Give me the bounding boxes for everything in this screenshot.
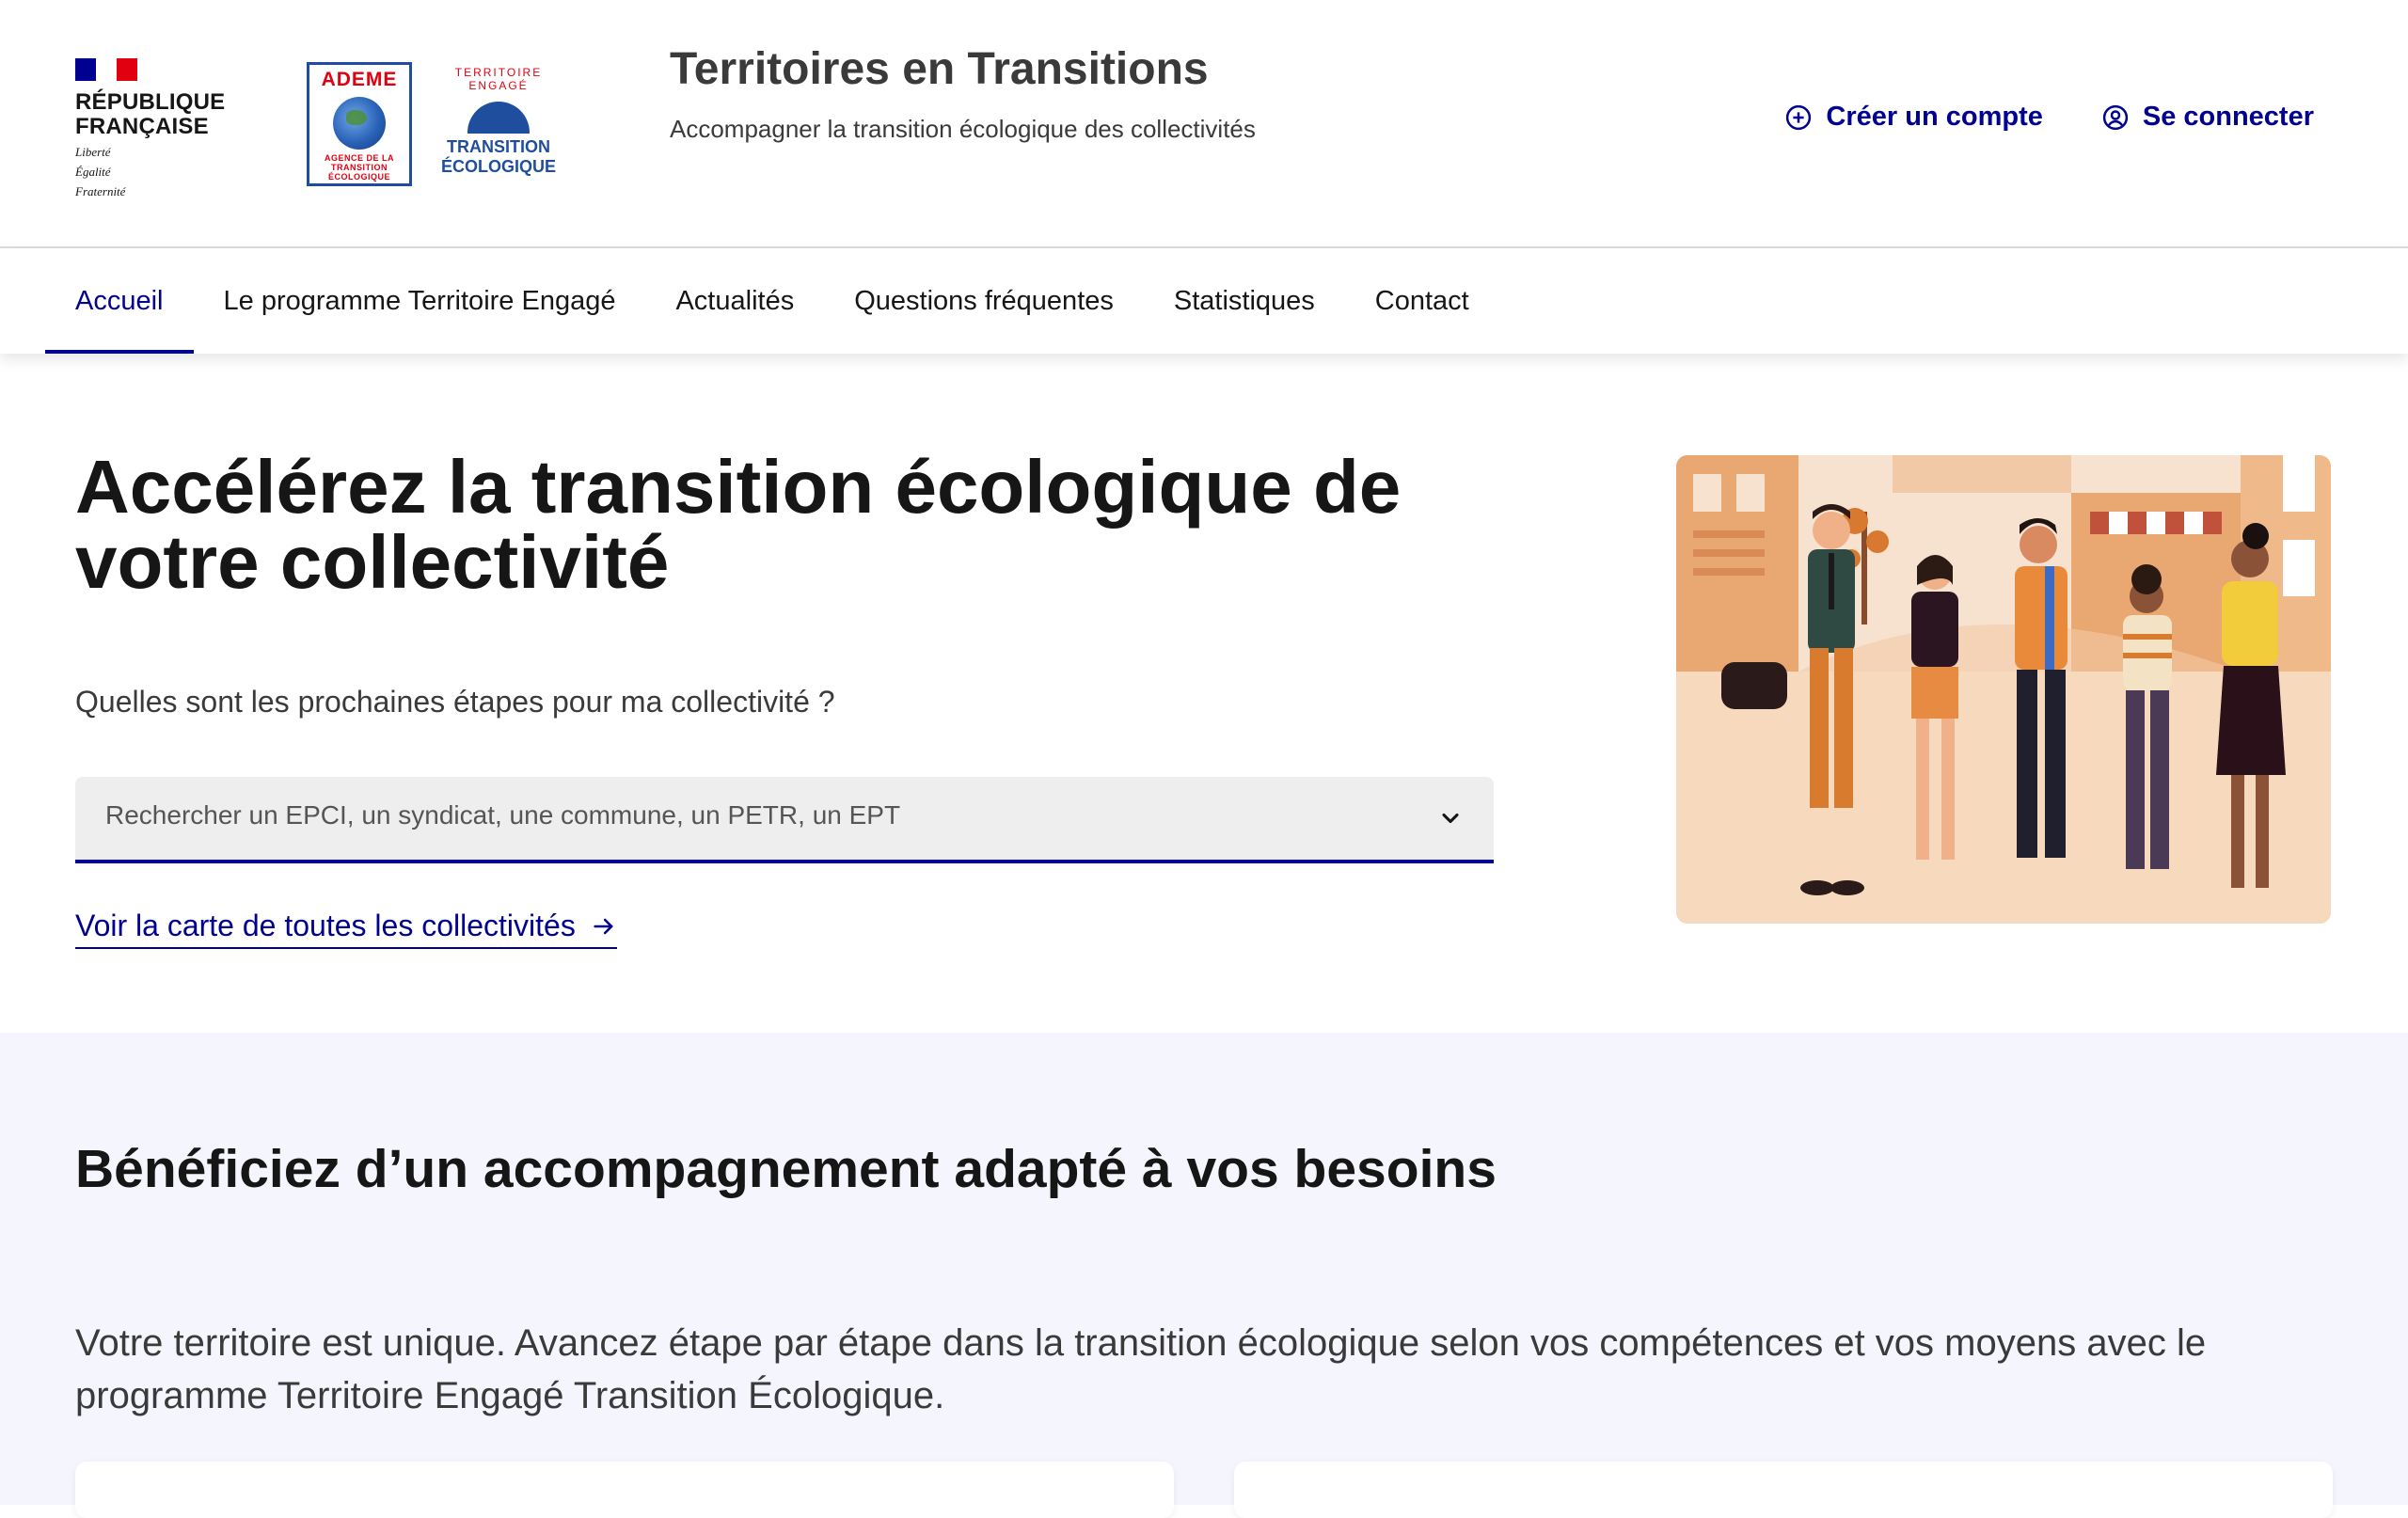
- ademe-sub-line3: ÉCOLOGIQUE: [327, 172, 390, 182]
- site-title[interactable]: Territoires en Transitions: [670, 43, 1209, 95]
- section-text: Votre territoire est unique. Avancez éta…: [75, 1322, 2207, 1416]
- ademe-logo[interactable]: ADEME AGENCE DE LA TRANSITION ÉCOLOGIQUE: [307, 62, 412, 186]
- info-card[interactable]: [75, 1462, 1174, 1518]
- republique-francaise-logo[interactable]: RÉPUBLIQUE FRANÇAISE Liberté Égalité Fra…: [75, 58, 226, 198]
- create-account-label: Créer un compte: [1826, 102, 2043, 132]
- nav-item-statistiques[interactable]: Statistiques: [1144, 248, 1345, 354]
- hero-section: Accélérez la transition écologique de vo…: [0, 354, 2408, 1033]
- nav-item-programme[interactable]: Le programme Territoire Engagé: [194, 248, 646, 354]
- half-globe-icon: [467, 102, 530, 134]
- people-group-illustration: [1676, 455, 2331, 924]
- collectivite-search-select[interactable]: Rechercher un EPCI, un syndicat, une com…: [75, 777, 1494, 863]
- nav-item-actualites[interactable]: Actualités: [645, 248, 824, 354]
- accompaniment-section: Bénéficiez d’un accompagnement adapté à …: [0, 1033, 2408, 1518]
- hero-illustration: [1676, 455, 2331, 924]
- motto-fraternite: Fraternité: [75, 184, 126, 198]
- ademe-sub-line2: TRANSITION: [331, 163, 388, 172]
- add-circle-icon: [1786, 104, 1812, 130]
- globe-icon: [333, 97, 386, 150]
- search-placeholder: Rechercher un EPCI, un syndicat, une com…: [105, 800, 901, 830]
- site-tagline: Accompagner la transition écologique des…: [670, 115, 1256, 143]
- nav-item-faq[interactable]: Questions fréquentes: [824, 248, 1144, 354]
- ademe-word: ADEME: [321, 69, 398, 90]
- te-line1: TRANSITION: [447, 137, 550, 156]
- motto-liberte: Liberté: [75, 145, 111, 159]
- republique-line1: RÉPUBLIQUE: [75, 89, 226, 115]
- nav-item-contact[interactable]: Contact: [1345, 248, 1499, 354]
- create-account-button[interactable]: Créer un compte: [1784, 102, 2043, 133]
- site-header: RÉPUBLIQUE FRANÇAISE Liberté Égalité Fra…: [0, 0, 2408, 248]
- hero-question: Quelles sont les prochaines étapes pour …: [75, 685, 835, 719]
- section-title: Bénéficiez d’un accompagnement adapté à …: [75, 1139, 1497, 1199]
- ademe-sub-line1: AGENCE DE LA: [324, 153, 394, 163]
- login-label: Se connecter: [2142, 102, 2314, 132]
- te-arc-text: TERRITOIRE ENGAGÉ: [454, 66, 543, 92]
- hero-title: Accélérez la transition écologique de vo…: [75, 445, 1402, 604]
- info-card[interactable]: [1234, 1462, 2333, 1518]
- arrow-right-icon: [594, 918, 613, 934]
- header-actions: Créer un compte Se connecter: [1784, 102, 2314, 133]
- nav-item-accueil[interactable]: Accueil: [45, 248, 194, 354]
- main-navigation: Accueil Le programme Territoire Engagé A…: [0, 248, 2408, 354]
- republique-line2: FRANÇAISE: [75, 114, 209, 139]
- territoire-engage-logo[interactable]: TERRITOIRE ENGAGÉ TRANSITION ÉCOLOGIQUE: [435, 66, 562, 186]
- te-line2: ÉCOLOGIQUE: [440, 157, 556, 176]
- chevron-down-icon: [1442, 813, 1459, 824]
- account-circle-icon: [2102, 104, 2128, 130]
- map-link[interactable]: Voir la carte de toutes les collectivité…: [75, 909, 617, 949]
- marianne-flag-icon: [75, 58, 137, 81]
- map-link-label: Voir la carte de toutes les collectivité…: [75, 909, 576, 942]
- login-button[interactable]: Se connecter: [2101, 102, 2314, 133]
- motto-egalite: Égalité: [75, 165, 111, 179]
